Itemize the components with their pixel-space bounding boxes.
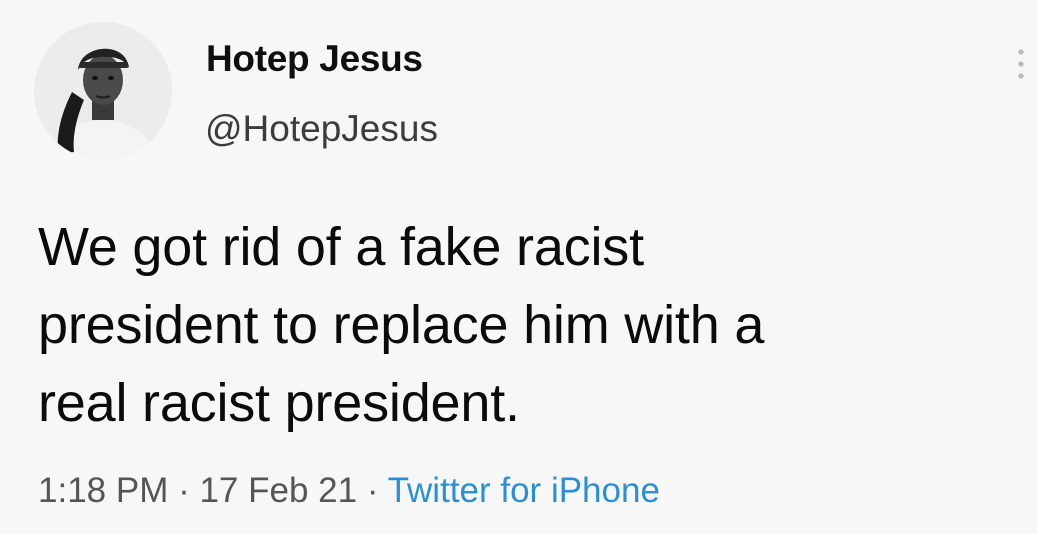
user-handle[interactable]: @HotepJesus — [205, 108, 438, 150]
tweet-text: We got rid of a fake racist president to… — [38, 208, 998, 442]
avatar-image — [34, 22, 172, 160]
tweet-card: Hotep Jesus @HotepJesus We got rid of a … — [0, 0, 1037, 534]
tweet-meta: 1:18 PM · 17 Feb 21 · Twitter for iPhone — [38, 471, 660, 511]
tweet-source-link[interactable]: Twitter for iPhone — [388, 471, 660, 510]
tweet-time[interactable]: 1:18 PM — [38, 471, 168, 510]
meta-separator: · — [357, 471, 388, 510]
avatar[interactable] — [34, 22, 172, 160]
meta-separator: · — [168, 471, 200, 510]
tweet-text-line: president to replace him with a — [38, 295, 765, 355]
display-name[interactable]: Hotep Jesus — [206, 38, 423, 80]
tweet-text-line: real racist president. — [38, 373, 520, 433]
tweet-date[interactable]: 17 Feb 21 — [199, 471, 357, 510]
more-options-icon[interactable] — [1008, 44, 1034, 84]
tweet-text-line: We got rid of a fake racist — [38, 217, 644, 277]
